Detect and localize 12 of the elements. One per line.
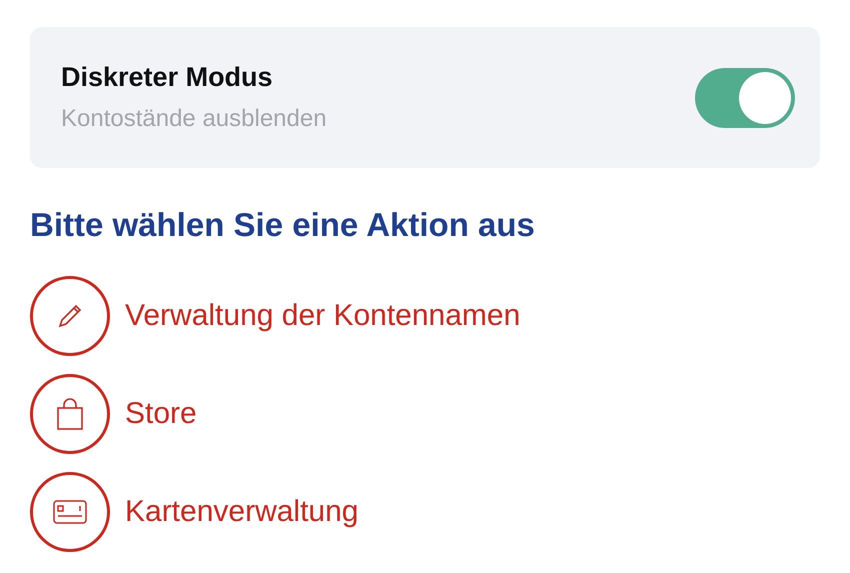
shopping-bag-icon: [56, 397, 84, 431]
setting-title: Diskreter Modus: [61, 62, 274, 93]
action-icon-circle[interactable]: [30, 374, 110, 454]
action-icon-circle[interactable]: [30, 472, 110, 552]
setting-subtitle: Kontostände ausblenden: [61, 105, 327, 133]
pencil-icon: [56, 302, 84, 330]
action-link[interactable]: Store: [125, 397, 197, 431]
section-heading: Bitte wählen Sie eine Aktion aus: [30, 206, 536, 244]
action-icon-circle[interactable]: [30, 276, 110, 356]
action-link[interactable]: Kartenverwaltung: [125, 495, 358, 529]
action-link[interactable]: Verwaltung der Kontennamen: [125, 299, 520, 333]
credit-card-icon: [53, 500, 87, 524]
